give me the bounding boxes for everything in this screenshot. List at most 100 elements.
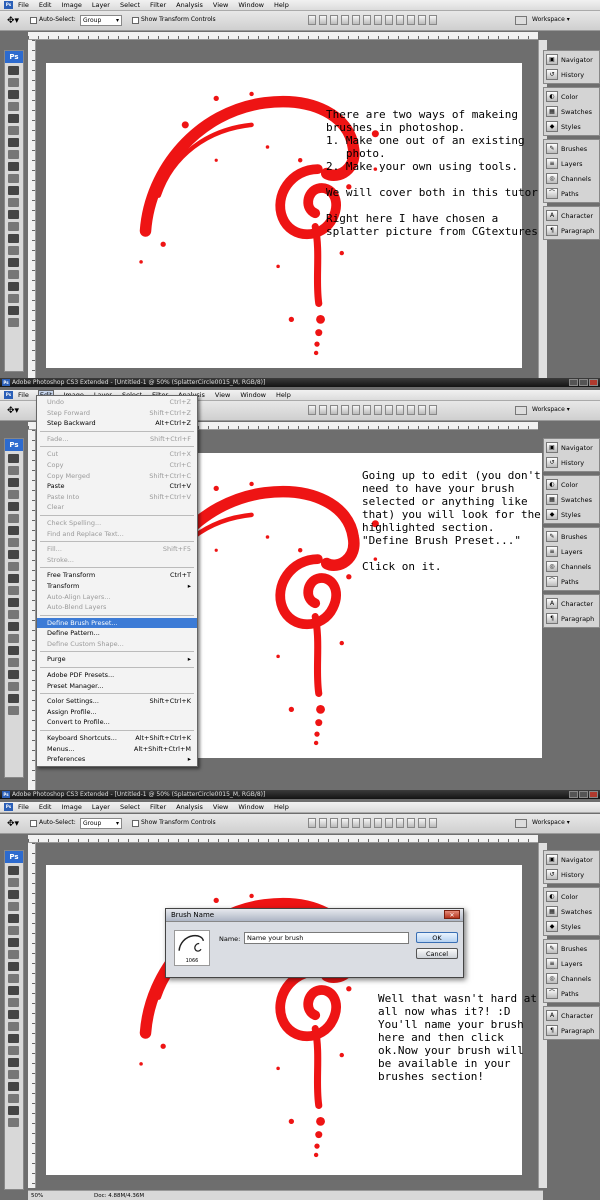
align-icon[interactable] [308, 405, 316, 415]
panel-swatches[interactable]: ▦ Swatches [544, 492, 599, 507]
align-icon[interactable] [418, 15, 426, 25]
document-canvas[interactable]: There are two ways of makeing brushes in… [46, 63, 564, 368]
zoom-tool-icon[interactable] [8, 706, 19, 715]
pen-tool-icon[interactable] [8, 1034, 19, 1043]
zoom-tool-icon[interactable] [8, 1118, 19, 1127]
workspace-button[interactable]: Workspace ▾ [532, 16, 570, 23]
type-tool-icon[interactable] [8, 634, 19, 643]
hand-tool-icon[interactable] [8, 306, 19, 315]
workspace-icon[interactable] [515, 406, 527, 415]
menu-filter[interactable]: Filter [149, 1, 167, 9]
move-tool-icon[interactable] [8, 66, 19, 75]
menu-help[interactable]: Help [273, 803, 290, 811]
align-icon[interactable] [385, 15, 393, 25]
brush-tool-icon[interactable] [8, 150, 19, 159]
menu-item-define-pattern[interactable]: Define Pattern... [37, 628, 197, 639]
panel-layers[interactable]: ≡ Layers [544, 956, 599, 971]
align-icon[interactable] [330, 405, 338, 415]
workspace-button[interactable]: Workspace ▾ [532, 819, 570, 826]
magic-wand-tool-icon[interactable] [8, 490, 19, 499]
menu-item-menus[interactable]: Menus... Alt+Shift+Ctrl+M [37, 744, 197, 755]
panel-channels[interactable]: ◎ Channels [544, 971, 599, 986]
menu-window[interactable]: Window [237, 803, 265, 811]
crop-tool-icon[interactable] [8, 114, 19, 123]
healing-tool-icon[interactable] [8, 138, 19, 147]
menu-view[interactable]: View [214, 391, 231, 399]
auto-select-checkbox[interactable] [30, 17, 37, 24]
panel-character[interactable]: A Character [544, 208, 599, 223]
menu-view[interactable]: View [212, 803, 229, 811]
panel-history[interactable]: ↺ History [544, 455, 599, 470]
align-icon[interactable] [385, 405, 393, 415]
eyedropper-tool-icon[interactable] [8, 682, 19, 691]
panel-color[interactable]: ◐ Color [544, 889, 599, 904]
stamp-tool-icon[interactable] [8, 962, 19, 971]
align-icon[interactable] [330, 15, 338, 25]
brush-name-input[interactable]: Name your brush [244, 932, 409, 944]
align-icon[interactable] [363, 405, 371, 415]
menu-select[interactable]: Select [119, 1, 141, 9]
menu-file[interactable]: File [17, 1, 30, 9]
ok-button[interactable]: OK [416, 932, 458, 943]
menu-item-preset-manager[interactable]: Preset Manager... [37, 681, 197, 692]
panel-color[interactable]: ◐ Color [544, 89, 599, 104]
menu-item-adobe-pdf-presets[interactable]: Adobe PDF Presets... [37, 670, 197, 681]
lasso-tool-icon[interactable] [8, 478, 19, 487]
panel-paragraph[interactable]: ¶ Paragraph [544, 611, 599, 626]
menu-layer[interactable]: Layer [91, 1, 111, 9]
crop-tool-icon[interactable] [8, 914, 19, 923]
align-icon[interactable] [396, 818, 404, 828]
menu-file[interactable]: File [17, 803, 30, 811]
healing-tool-icon[interactable] [8, 938, 19, 947]
gradient-tool-icon[interactable] [8, 198, 19, 207]
align-icon[interactable] [407, 15, 415, 25]
transform-controls-checkbox[interactable] [132, 820, 139, 827]
brush-tool-icon[interactable] [8, 950, 19, 959]
align-icon[interactable] [352, 818, 360, 828]
gradient-tool-icon[interactable] [8, 586, 19, 595]
shape-tool-icon[interactable] [8, 1070, 19, 1079]
panel-history[interactable]: ↺ History [544, 67, 599, 82]
dodge-tool-icon[interactable] [8, 222, 19, 231]
panel-swatches[interactable]: ▦ Swatches [544, 904, 599, 919]
panel-color[interactable]: ◐ Color [544, 477, 599, 492]
menu-item-purge[interactable]: Purge ▸ [37, 654, 197, 665]
panel-paragraph[interactable]: ¶ Paragraph [544, 223, 599, 238]
menu-filter[interactable]: Filter [149, 803, 167, 811]
minimize-icon[interactable] [569, 791, 578, 798]
align-icon[interactable] [341, 15, 349, 25]
align-icon[interactable] [319, 15, 327, 25]
align-icon[interactable] [374, 15, 382, 25]
menu-analysis[interactable]: Analysis [175, 1, 204, 9]
lasso-tool-icon[interactable] [8, 90, 19, 99]
panel-navigator[interactable]: ▣ Navigator [544, 440, 599, 455]
shape-tool-icon[interactable] [8, 658, 19, 667]
panel-layers[interactable]: ≡ Layers [544, 544, 599, 559]
pen-tool-icon[interactable] [8, 234, 19, 243]
panel-styles[interactable]: ◆ Styles [544, 919, 599, 934]
close-icon[interactable] [589, 379, 598, 386]
eraser-tool-icon[interactable] [8, 986, 19, 995]
panel-brushes[interactable]: ✎ Brushes [544, 941, 599, 956]
menu-view[interactable]: View [212, 1, 229, 9]
close-icon[interactable] [589, 791, 598, 798]
notes-tool-icon[interactable] [8, 1082, 19, 1091]
align-icon[interactable] [352, 405, 360, 415]
notes-tool-icon[interactable] [8, 282, 19, 291]
shape-tool-icon[interactable] [8, 270, 19, 279]
panel-paths[interactable]: ⌒ Paths [544, 574, 599, 589]
pen-tool-icon[interactable] [8, 622, 19, 631]
panel-paragraph[interactable]: ¶ Paragraph [544, 1023, 599, 1038]
slice-tool-icon[interactable] [8, 514, 19, 523]
history-brush-tool-icon[interactable] [8, 174, 19, 183]
menu-edit[interactable]: Edit [38, 803, 53, 811]
align-icon[interactable] [352, 15, 360, 25]
gradient-tool-icon[interactable] [8, 998, 19, 1007]
magic-wand-tool-icon[interactable] [8, 102, 19, 111]
menu-item-preferences[interactable]: Preferences ▸ [37, 754, 197, 765]
auto-select-dropdown[interactable]: Group [80, 818, 122, 829]
menu-item-color-settings[interactable]: Color Settings... Shift+Ctrl+K [37, 696, 197, 707]
align-icon[interactable] [319, 405, 327, 415]
panel-character[interactable]: A Character [544, 596, 599, 611]
type-tool-icon[interactable] [8, 1046, 19, 1055]
